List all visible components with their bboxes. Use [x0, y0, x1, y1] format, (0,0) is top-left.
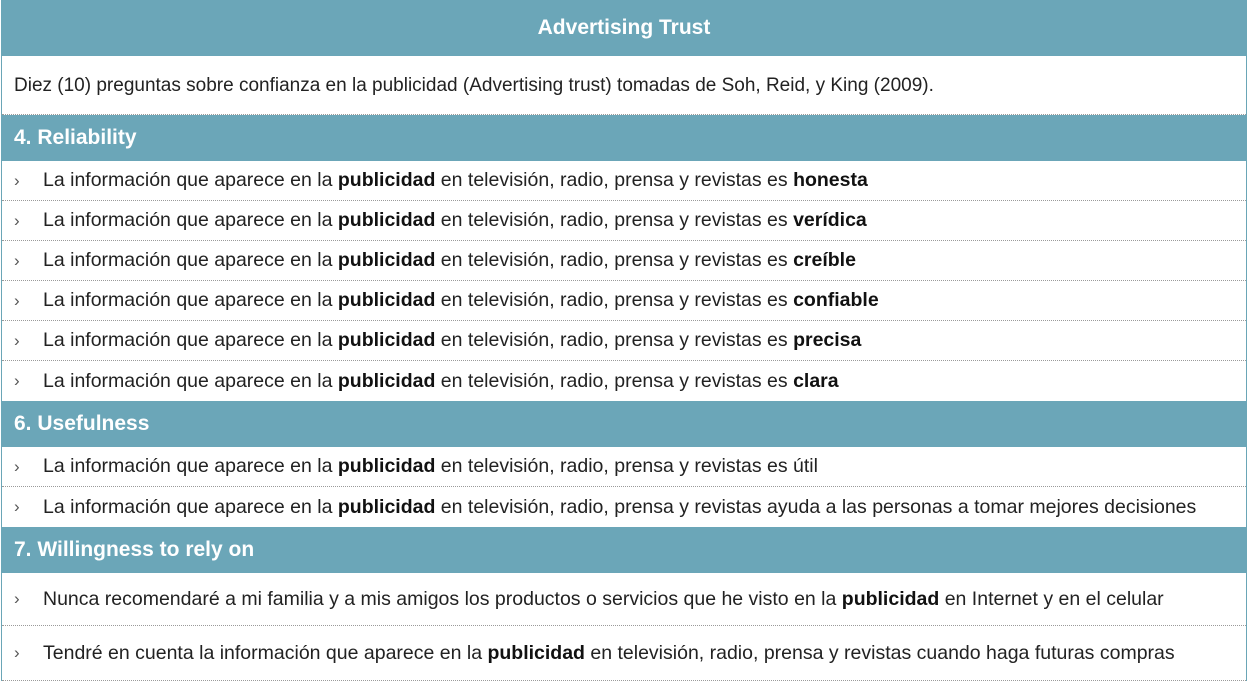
item-text: La información que aparece en la publici… — [43, 329, 862, 351]
bullet-icon: › — [14, 210, 20, 230]
list-item: › Tendré en cuenta la información que ap… — [2, 626, 1246, 681]
list-item: › La información que aparece en la publi… — [2, 321, 1246, 361]
intro-text: Diez (10) preguntas sobre confianza en l… — [14, 74, 934, 96]
list-item: › La información que aparece en la publi… — [2, 487, 1246, 527]
bullet-icon: › — [14, 330, 20, 350]
intro-row: Diez (10) preguntas sobre confianza en l… — [2, 57, 1246, 115]
list-item: › La información que aparece en la publi… — [2, 201, 1246, 241]
bullet-icon: › — [14, 170, 20, 190]
list-item: › La información que aparece en la publi… — [2, 447, 1246, 487]
item-text: La información que aparece en la publici… — [43, 455, 818, 477]
section-heading-willingness: 7. Willingness to rely on — [2, 527, 1246, 573]
bullet-icon: › — [14, 371, 20, 390]
item-text: La información que aparece en la publici… — [43, 249, 856, 271]
item-text: Tendré en cuenta la información que apar… — [43, 641, 1175, 664]
bullet-icon: › — [14, 250, 20, 270]
list-item: › La información que aparece en la publi… — [2, 161, 1246, 201]
table-title: Advertising Trust — [2, 0, 1246, 57]
list-item: › La información que aparece en la publi… — [2, 281, 1246, 321]
section-heading-usefulness: 6. Usefulness — [2, 401, 1246, 447]
section-heading-text: 7. Willingness to rely on — [14, 538, 255, 561]
section-heading-reliability: 4. Reliability — [2, 115, 1246, 161]
item-text: La información que aparece en la publici… — [43, 289, 879, 311]
bullet-icon: › — [14, 589, 20, 608]
bullet-icon: › — [14, 456, 20, 476]
item-text: La información que aparece en la publici… — [43, 209, 867, 231]
bullet-icon: › — [14, 497, 20, 516]
section-heading-text: 4. Reliability — [14, 126, 137, 149]
item-text: Nunca recomendaré a mi familia y a mis a… — [43, 587, 1164, 610]
item-text: La información que aparece en la publici… — [43, 169, 868, 191]
bullet-icon: › — [14, 290, 20, 310]
item-text: La información que aparece en la publici… — [43, 495, 1197, 518]
item-text: La información que aparece en la publici… — [43, 369, 839, 392]
list-item: › Nunca recomendaré a mi familia y a mis… — [2, 573, 1246, 626]
table-title-text: Advertising Trust — [537, 16, 711, 39]
bullet-icon: › — [14, 643, 20, 662]
list-item: › La información que aparece en la publi… — [2, 241, 1246, 281]
section-heading-text: 6. Usefulness — [14, 412, 150, 435]
list-item: › La información que aparece en la publi… — [2, 361, 1246, 401]
advertising-trust-table: Advertising Trust Diez (10) preguntas so… — [1, 0, 1247, 681]
